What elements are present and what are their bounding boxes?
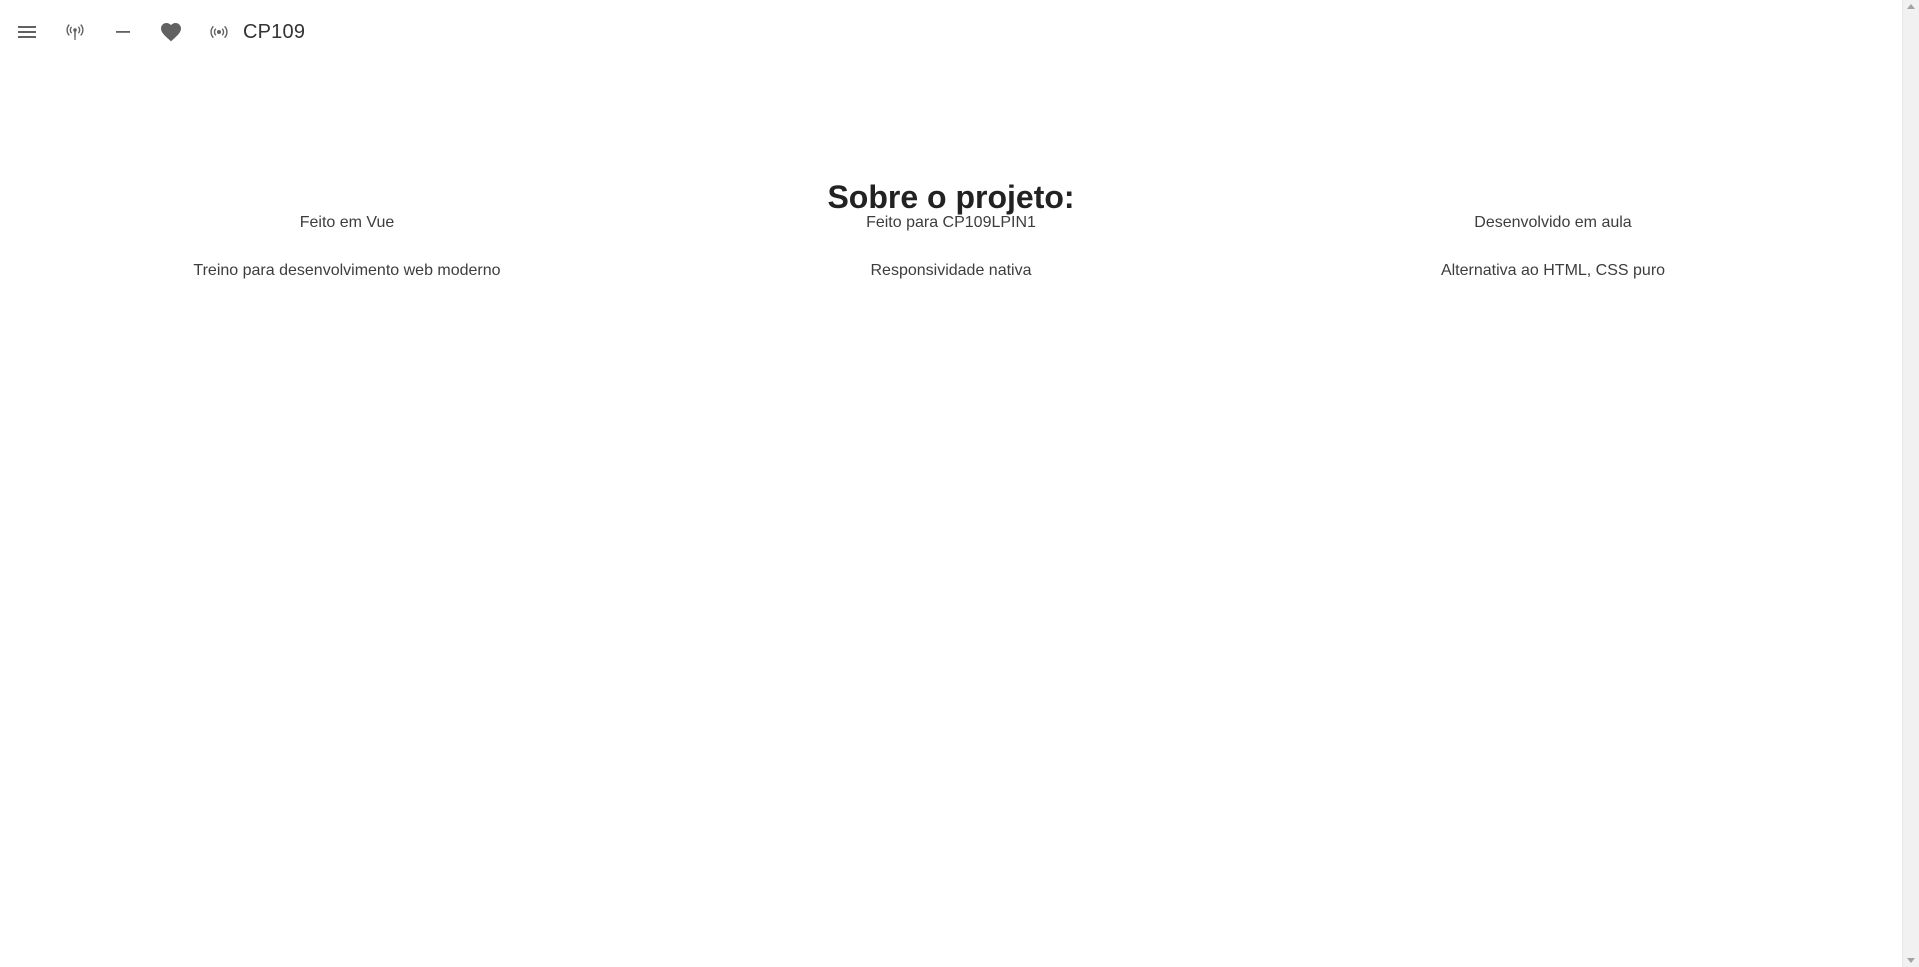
heart-icon [159,20,183,44]
vertical-scrollbar[interactable] [1902,0,1919,967]
antenna-button[interactable] [51,8,99,56]
about-item: Desenvolvido em aula [1474,214,1632,231]
antenna-icon [63,20,87,44]
about-row: Treino para desenvolvimento web moderno … [0,258,1902,284]
app-bar: CP109 [0,0,1902,64]
about-item: Responsividade nativa [870,262,1032,279]
about-item: Feito em Vue [299,214,395,231]
about-item: Treino para desenvolvimento web moderno [193,262,501,279]
menu-icon [15,20,39,44]
scroll-up-arrow-icon[interactable] [1907,4,1915,9]
page: CP109 Sobre o projeto: Feito em Vue Feit… [0,0,1902,967]
about-item: Feito para CP109LPIN1 [866,214,1036,231]
minus-icon [111,20,135,44]
minus-button[interactable] [99,8,147,56]
about-row: Feito em Vue Feito para CP109LPIN1 Desen… [0,210,1902,236]
broadcast-icon [207,20,231,44]
broadcast-button[interactable] [195,8,243,56]
favorite-button[interactable] [147,8,195,56]
scroll-down-arrow-icon[interactable] [1907,958,1915,963]
about-item: Alternativa ao HTML, CSS puro [1440,262,1666,279]
app-title: CP109 [243,21,306,43]
app-window: CP109 Sobre o projeto: Feito em Vue Feit… [0,0,1919,967]
menu-button[interactable] [3,8,51,56]
